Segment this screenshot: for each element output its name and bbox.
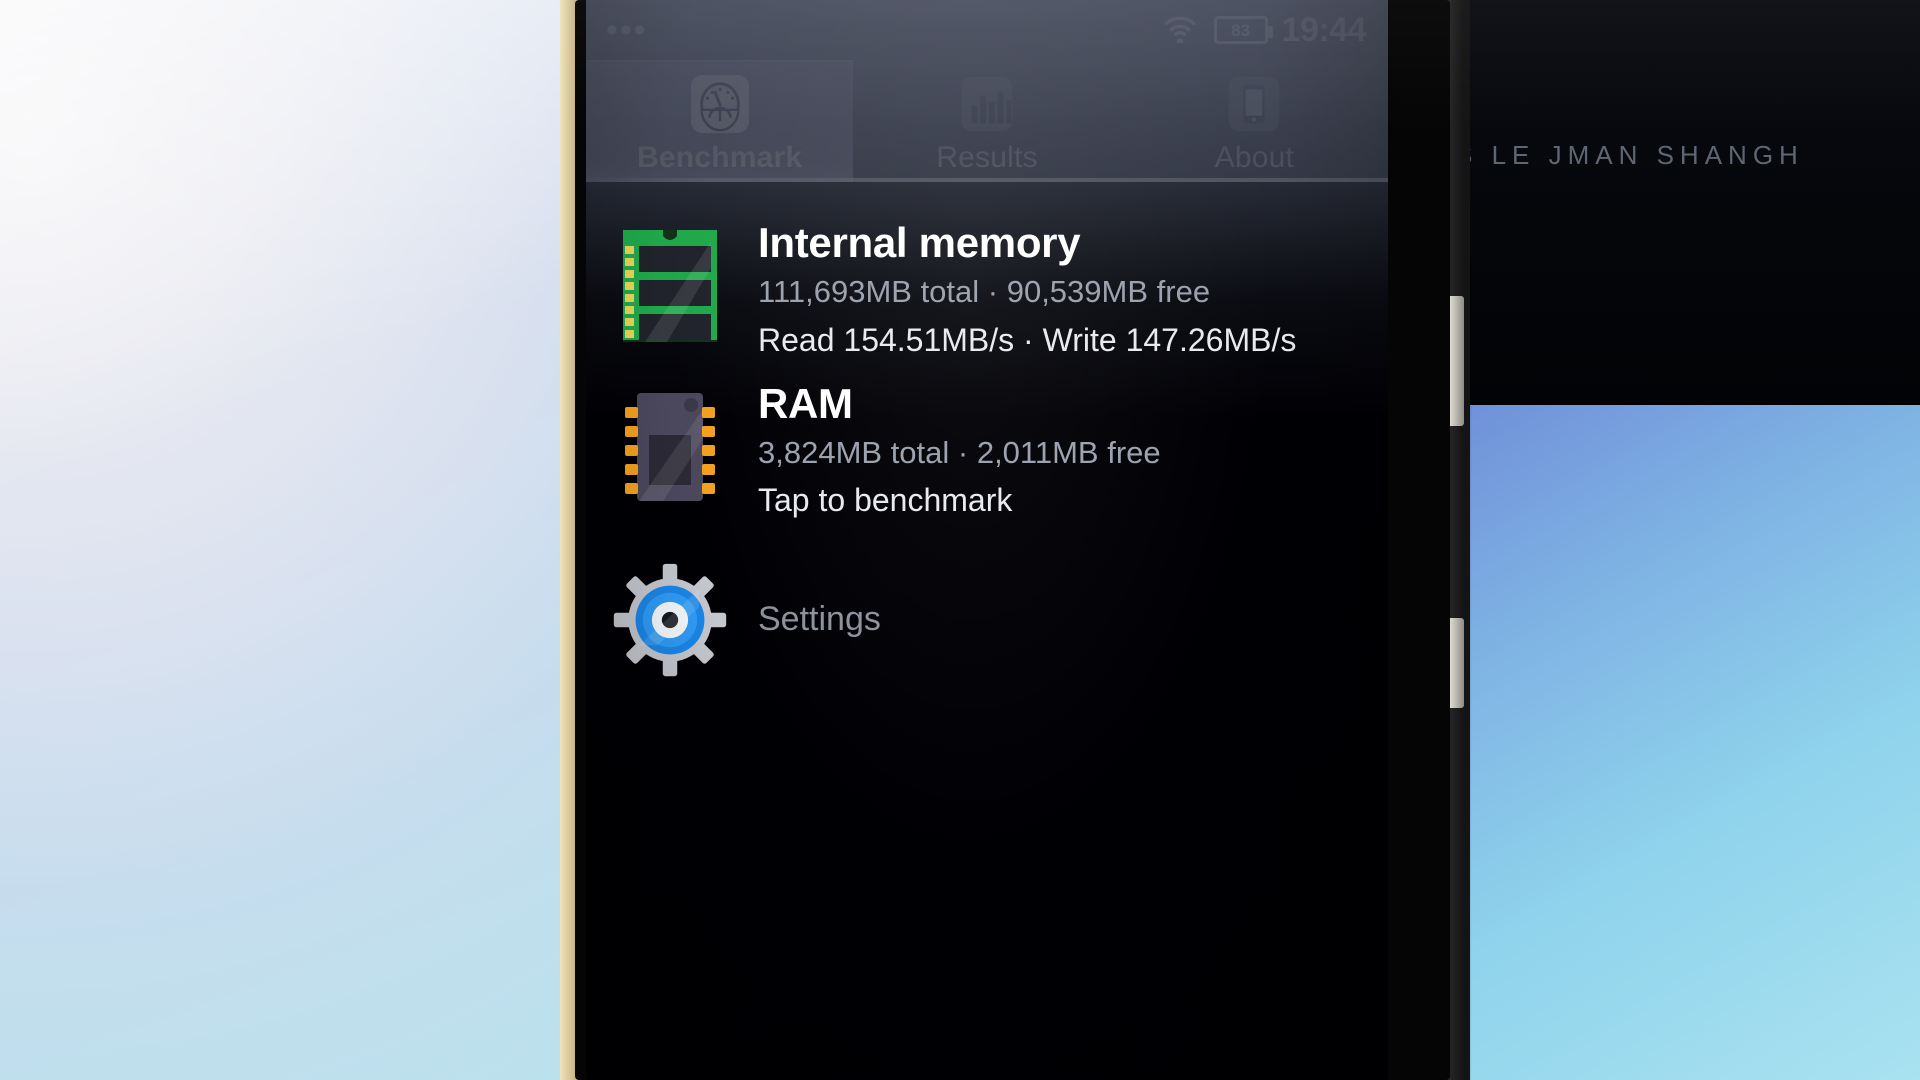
screenshot-scene: S LE JMAN SHANGH ••• 83 19:44 Benchmark … <box>0 0 1920 1080</box>
background-monitor-screen <box>1452 400 1920 1080</box>
tab-about-label: About <box>1214 141 1295 174</box>
tab-results-label: Results <box>936 141 1038 174</box>
ram-tap-to-benchmark: Tap to benchmark <box>758 482 1013 519</box>
gear-icon <box>612 556 728 684</box>
status-bar-right: 83 19:44 <box>1160 10 1367 50</box>
memory-module-icon <box>612 218 728 349</box>
internal-memory-text: Internal memory 111,693MB total · 90,539… <box>758 218 1362 359</box>
status-bar: ••• 83 19:44 <box>586 0 1388 60</box>
benchmark-list: Internal memory 111,693MB total · 90,539… <box>586 182 1388 694</box>
bar-chart-icon <box>956 73 1018 135</box>
ram-chip-icon <box>612 379 728 510</box>
list-item-ram[interactable]: RAM 3,824MB total · 2,011MB free Tap to … <box>586 369 1388 530</box>
notification-dots-icon: ••• <box>606 11 648 49</box>
list-item-settings[interactable]: Settings <box>586 530 1388 694</box>
tab-benchmark[interactable]: Benchmark <box>586 60 854 182</box>
background-monitor-bezel <box>1452 0 1920 405</box>
internal-memory-title: Internal memory <box>758 219 1081 266</box>
list-item-internal-memory[interactable]: Internal memory 111,693MB total · 90,539… <box>586 208 1388 369</box>
background-wall-glow <box>0 0 585 1080</box>
speedometer-icon <box>689 73 751 135</box>
wifi-icon <box>1160 13 1200 48</box>
phone-screen: ••• 83 19:44 Benchmark Results About Int… <box>586 0 1388 1080</box>
tab-bar: Benchmark Results About <box>586 60 1388 182</box>
clock-label: 19:44 <box>1281 10 1367 49</box>
tab-benchmark-label: Benchmark <box>637 141 803 174</box>
settings-label: Settings <box>758 600 881 639</box>
ram-text: RAM 3,824MB total · 2,011MB free Tap to … <box>758 379 1362 520</box>
phone-icon <box>1223 73 1285 135</box>
ram-title: RAM <box>758 379 853 427</box>
tab-about[interactable]: About <box>1121 60 1388 182</box>
background-monitor-text: S LE JMAN SHANGH <box>1455 140 1804 170</box>
ram-capacity: 3,824MB total · 2,011MB free <box>758 435 1161 471</box>
tab-results[interactable]: Results <box>853 60 1120 182</box>
battery-level-label: 83 <box>1231 20 1250 40</box>
internal-memory-capacity: 111,693MB total · 90,539MB free <box>758 274 1211 310</box>
internal-memory-speeds: Read 154.51MB/s · Write 147.26MB/s <box>758 321 1297 358</box>
battery-icon: 83 <box>1213 16 1273 44</box>
